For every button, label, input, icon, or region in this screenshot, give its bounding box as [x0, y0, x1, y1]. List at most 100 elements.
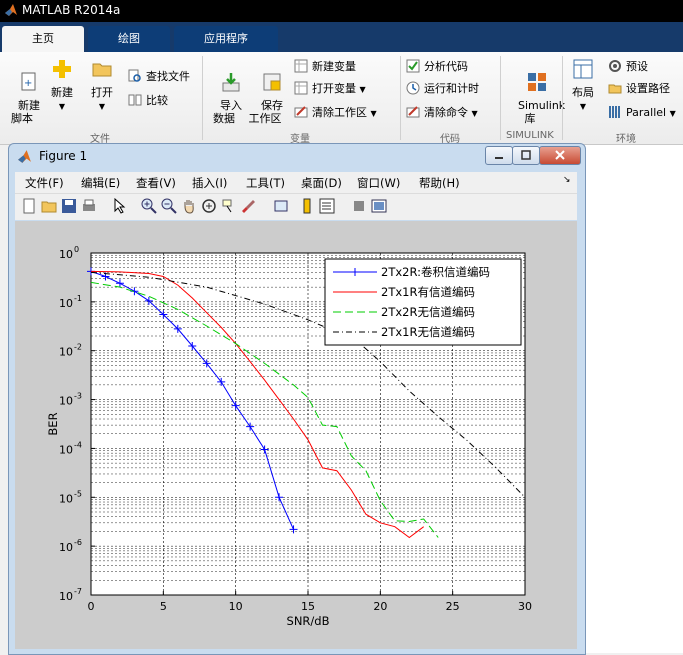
compare-button[interactable]: 比较 — [128, 92, 168, 110]
show-plot-tools-icon[interactable] — [371, 198, 387, 214]
close-button[interactable] — [539, 146, 581, 165]
close-icon — [555, 150, 565, 160]
menu-view[interactable]: 查看(V) — [136, 175, 176, 191]
x-axis-label: SNR/dB — [287, 614, 330, 628]
run-and-time-icon — [406, 81, 420, 95]
tab-home[interactable]: 主页 — [2, 26, 84, 52]
x-tick-label: 30 — [518, 600, 532, 613]
clear-commands-label: 清除命令 — [424, 106, 468, 119]
clear-commands-button[interactable]: 清除命令 ▼ — [406, 104, 478, 122]
analyze-code-label: 分析代码 — [424, 60, 468, 73]
ribbon-separator — [500, 56, 501, 140]
parallel-button[interactable]: Parallel ▼ — [608, 104, 676, 122]
open-variable-icon — [294, 81, 308, 95]
x-tick-label: 5 — [160, 600, 167, 613]
y-tick-exponent: -4 — [74, 440, 82, 449]
preferences-button[interactable]: 预设 — [608, 58, 648, 76]
colorbar-icon[interactable] — [299, 198, 315, 214]
y-tick-exponent: -6 — [74, 538, 82, 547]
y-tick-label: 10 — [59, 248, 73, 261]
pan-hand-icon[interactable] — [181, 198, 197, 214]
set-path-button[interactable]: 设置路径 — [608, 80, 670, 98]
new-button[interactable]: 新建 ▼ — [44, 58, 80, 113]
save-workspace-icon — [263, 73, 281, 91]
tab-apps[interactable]: 应用程序 — [174, 26, 278, 52]
current-folder-bar[interactable] — [585, 145, 683, 168]
y-tick-exponent: -5 — [74, 489, 82, 498]
save-icon[interactable] — [61, 198, 77, 214]
run-and-time-button[interactable]: 运行和计时 — [406, 80, 479, 98]
menu-window[interactable]: 窗口(W) — [357, 175, 400, 191]
new-script-button[interactable]: + 新建 脚本 — [4, 58, 40, 138]
find-files-label: 查找文件 — [146, 70, 190, 83]
legend-entry: 2Tx2R:卷积信道编码 — [381, 265, 490, 279]
preferences-label: 预设 — [626, 60, 648, 73]
new-variable-icon — [294, 59, 308, 73]
clear-workspace-button[interactable]: 清除工作区 ▼ — [294, 104, 377, 122]
maximize-icon — [521, 150, 531, 160]
layout-button[interactable]: 布局 ▼ — [566, 58, 600, 113]
import-label: 导入 数据 — [213, 99, 242, 125]
minimize-button[interactable] — [485, 146, 513, 165]
save-workspace-button[interactable]: 保存 工作区 — [246, 58, 284, 138]
set-path-icon — [608, 84, 622, 94]
y-tick-label: 10 — [59, 492, 73, 505]
matlab-logo-icon — [18, 150, 31, 163]
find-files-button[interactable]: 查找文件 — [128, 68, 190, 86]
menu-insert[interactable]: 插入(I) — [192, 175, 227, 191]
ribbon-separator — [202, 56, 203, 140]
figure-toolbar — [15, 193, 577, 220]
open-file-icon[interactable] — [41, 198, 57, 214]
data-cursor-icon[interactable] — [221, 198, 237, 214]
clear-workspace-label: 清除工作区 — [312, 106, 367, 119]
dock-arrow-icon[interactable]: ↘ — [563, 175, 571, 185]
matlab-logo-icon — [5, 4, 17, 16]
pointer-icon[interactable] — [111, 198, 127, 214]
new-plus-icon — [53, 60, 71, 78]
zoom-in-icon[interactable] — [141, 198, 157, 214]
y-tick-label: 10 — [59, 541, 73, 554]
layout-icon — [573, 59, 593, 79]
new-script-icon: + — [21, 72, 36, 91]
import-data-button[interactable]: 导入 数据 — [206, 58, 242, 138]
menu-help[interactable]: 帮助(H) — [419, 175, 460, 191]
menu-desktop[interactable]: 桌面(D) — [301, 175, 342, 191]
menu-tools[interactable]: 工具(T) — [246, 175, 285, 191]
link-plot-icon[interactable] — [273, 198, 289, 214]
x-tick-label: 20 — [373, 600, 387, 613]
folder-icon — [92, 63, 112, 77]
hide-plot-tools-icon[interactable] — [351, 198, 367, 214]
figure-title: Figure 1 — [39, 149, 88, 163]
ribbon-separator — [400, 56, 401, 140]
find-files-icon — [128, 69, 141, 82]
analyze-code-button[interactable]: 分析代码 — [406, 58, 468, 76]
parallel-icon — [609, 106, 620, 118]
maximize-button[interactable] — [512, 146, 540, 165]
zoom-out-icon[interactable] — [161, 198, 177, 214]
simulink-library-button[interactable]: Simulink 库 — [504, 58, 565, 138]
open-button[interactable]: 打开 ▼ — [84, 58, 120, 113]
brush-icon[interactable] — [241, 198, 257, 214]
section-environment-label: 环境 — [616, 134, 636, 145]
run-and-time-label: 运行和计时 — [424, 82, 479, 95]
new-variable-button[interactable]: 新建变量 — [294, 58, 356, 76]
print-icon[interactable] — [81, 198, 97, 214]
save-workspace-label: 保存 工作区 — [248, 99, 284, 125]
tab-plots[interactable]: 绘图 — [88, 26, 170, 52]
legend-entry: 2Tx1R无信道编码 — [381, 325, 475, 339]
open-variable-button[interactable]: 打开变量 ▼ — [294, 80, 366, 98]
rotate-3d-icon[interactable] — [201, 198, 217, 214]
figure-titlebar: Figure 1 — [9, 144, 585, 170]
x-tick-label: 25 — [446, 600, 460, 613]
legend-icon[interactable] — [319, 198, 335, 214]
menu-edit[interactable]: 编辑(E) — [81, 175, 120, 191]
analyze-code-icon — [406, 59, 420, 73]
y-tick-label: 10 — [59, 395, 73, 408]
figure-window: Figure 1 文件(F) 编辑(E) 查看(V) 插入(I) 工具(T) 桌… — [8, 143, 586, 655]
section-simulink-label: SIMULINK — [506, 130, 554, 141]
layout-label: 布局 — [572, 86, 594, 99]
new-figure-icon[interactable] — [21, 198, 37, 214]
menu-file[interactable]: 文件(F) — [25, 175, 64, 191]
svg-text:+: + — [24, 78, 32, 89]
clear-commands-icon — [406, 106, 420, 118]
